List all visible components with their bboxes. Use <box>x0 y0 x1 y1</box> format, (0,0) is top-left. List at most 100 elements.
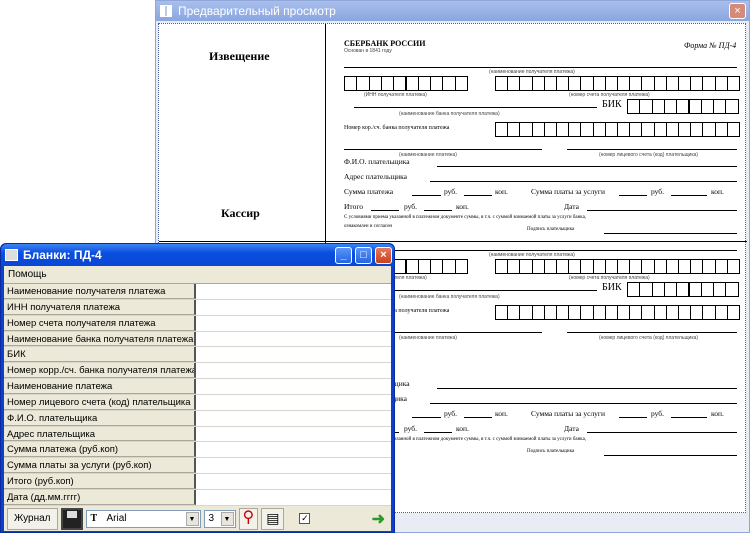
corr-digit-box <box>690 122 704 137</box>
preview-close-button[interactable]: × <box>729 3 746 19</box>
account-digit-box <box>690 76 704 91</box>
field-row: Номер счета получателя платежа <box>4 315 391 332</box>
printer-icon[interactable]: ▤ <box>261 507 285 530</box>
blank-line <box>437 166 737 167</box>
form-number: Форма № ПД-4 <box>684 41 737 50</box>
field-input[interactable] <box>196 299 391 315</box>
corr-digit-box <box>604 122 618 137</box>
caption: (наименование получателя платежа) <box>489 252 575 258</box>
option-checkbox[interactable]: ✓ <box>299 513 311 524</box>
chevron-down-icon: ▼ <box>185 511 199 526</box>
menu-help[interactable]: Помощь <box>8 269 47 280</box>
corr-digit-box <box>726 305 740 320</box>
preview-title-bar[interactable]: Предварительный просмотр × <box>156 1 749 21</box>
caption: (номер счета получателя платежа) <box>569 275 650 281</box>
field-label: Номер лицевого счета (код) плательщика <box>4 394 196 410</box>
caption: (наименование банка получателя платежа) <box>399 111 500 117</box>
account-digit-box <box>714 76 728 91</box>
size-select[interactable]: 3 ▼ <box>203 509 236 528</box>
bik-digit-box <box>688 282 702 297</box>
journal-button[interactable]: Журнал <box>7 507 58 530</box>
field-input[interactable] <box>196 426 391 442</box>
field-input[interactable] <box>196 489 391 505</box>
account-digit-box <box>714 259 728 274</box>
field-input[interactable] <box>196 347 391 363</box>
font-select[interactable]: T Arial ▼ <box>85 509 201 528</box>
field-label: Сумма платы за услуги (руб.коп) <box>4 458 196 474</box>
magnifier-icon[interactable]: ⚲ <box>238 507 259 530</box>
account-digit-box <box>702 259 716 274</box>
service-label: Сумма платы за услуги <box>531 187 606 196</box>
kop-label: коп. <box>495 187 508 196</box>
inn-digit-box <box>454 76 468 91</box>
caption: (номер лицевого счета (код) плательщика) <box>599 152 699 158</box>
field-input[interactable] <box>196 458 391 474</box>
field-label: Наименование банка получателя платежа <box>4 331 196 347</box>
sum-label: Сумма платежа <box>344 187 394 196</box>
account-digit-box <box>665 76 679 91</box>
account-digit-box <box>629 259 643 274</box>
field-label: Номер корр./сч. банка получателя платежа <box>4 363 196 379</box>
field-input[interactable] <box>196 410 391 426</box>
field-input[interactable] <box>196 442 391 458</box>
corr-digit-box <box>629 305 643 320</box>
field-row: Дата (дд.мм.гггг) <box>4 489 391 506</box>
app-title: Бланки: ПД-4 <box>23 248 102 262</box>
bik-digit-box <box>663 282 678 297</box>
font-value: Arial <box>106 512 127 524</box>
chevron-down-icon: ▼ <box>220 511 234 526</box>
field-row: Адрес плательщика <box>4 426 391 443</box>
kop-label: коп. <box>456 424 469 433</box>
close-button[interactable]: × <box>375 247 392 264</box>
field-label: Наименование получателя платежа <box>4 284 196 299</box>
minimize-button[interactable]: _ <box>335 247 352 264</box>
bik-digit-box <box>725 99 739 114</box>
exit-icon[interactable]: ➜ <box>372 509 385 529</box>
field-input[interactable] <box>196 474 391 489</box>
corr-digit-box <box>714 122 728 137</box>
account-digit-box <box>690 259 704 274</box>
address-label: Адрес плательщика <box>344 172 408 181</box>
app-window: Бланки: ПД-4 _ □ × Помощь Наименование п… <box>0 243 395 533</box>
account-digit-box <box>702 76 716 91</box>
bank-logo: СБЕРБАНК РОССИИ <box>344 39 426 48</box>
account-digit-box <box>531 259 545 274</box>
field-input[interactable] <box>196 394 391 410</box>
field-input[interactable] <box>196 331 391 347</box>
corr-digit-box <box>665 122 679 137</box>
field-input[interactable] <box>196 284 391 299</box>
blank-line <box>412 195 441 196</box>
field-input[interactable] <box>196 363 391 379</box>
account-digit-box <box>653 76 667 91</box>
rub-label: руб. <box>404 424 417 433</box>
inn-digit-box <box>380 76 395 91</box>
maximize-button[interactable]: □ <box>355 247 372 264</box>
bik-digit-box <box>688 99 702 114</box>
caption: (ИНН получателя платежа) <box>364 92 427 98</box>
field-row: Наименование получателя платежа <box>4 284 391 300</box>
inn-digit-box <box>417 259 432 274</box>
corr-digit-box <box>507 305 521 320</box>
inn-digit-box <box>417 76 432 91</box>
corr-digit-box <box>641 305 655 320</box>
bik-digit-box <box>713 99 727 114</box>
bik-digit-box <box>713 282 727 297</box>
blank-line <box>354 107 597 108</box>
corr-digit-box <box>568 122 582 137</box>
field-input[interactable] <box>196 315 391 331</box>
corr-digit-box <box>543 122 557 137</box>
bik-label: БИК <box>602 282 622 293</box>
blank-line <box>619 195 647 196</box>
corr-digit-box <box>702 305 716 320</box>
menu-bar: Помощь <box>4 266 391 284</box>
caption: (номер счета получателя платежа) <box>569 92 650 98</box>
app-title-bar[interactable]: Бланки: ПД-4 _ □ × <box>1 244 394 266</box>
field-input[interactable] <box>196 379 391 394</box>
save-icon[interactable] <box>60 507 83 530</box>
kop-label: коп. <box>711 187 724 196</box>
kop-label: коп. <box>711 409 724 418</box>
fields-grid: Наименование получателя платежа ИНН получ… <box>4 284 391 506</box>
blank-line <box>344 149 542 150</box>
inn-digit-box <box>430 76 444 91</box>
kop-label: коп. <box>495 409 508 418</box>
